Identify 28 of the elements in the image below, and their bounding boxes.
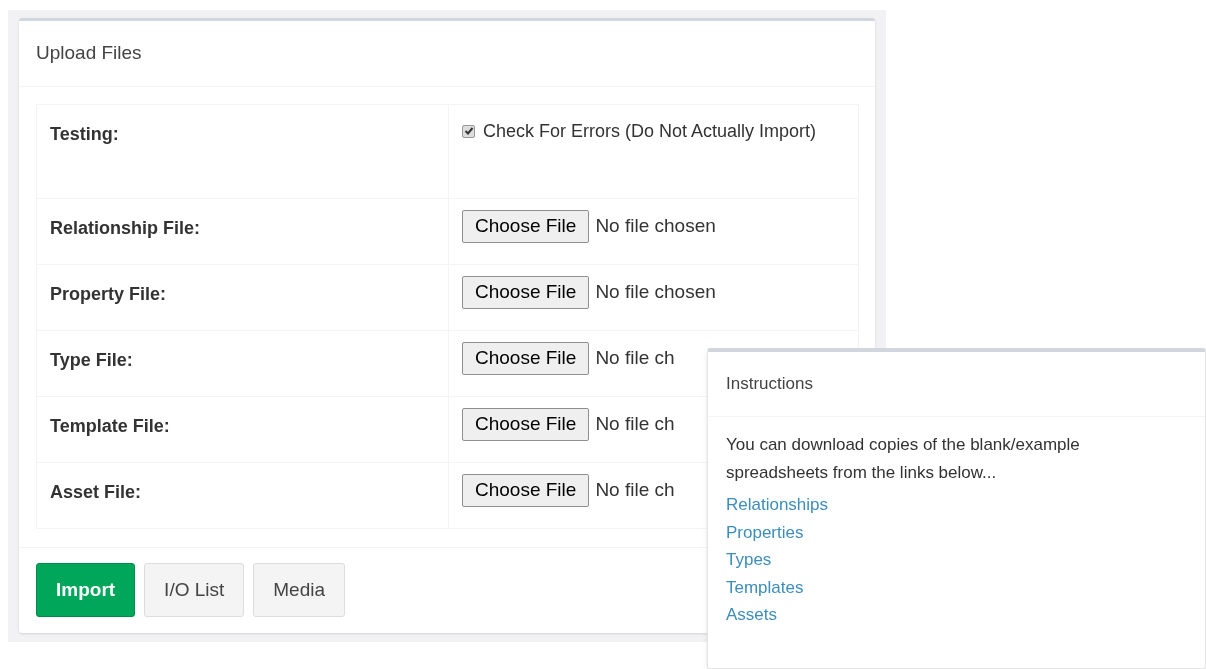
action-button[interactable]: I/O List: [144, 563, 245, 617]
panel-title: Upload Files: [36, 41, 142, 66]
checkbox[interactable]: [462, 124, 475, 138]
choose-file-button[interactable]: Choose File: [462, 408, 590, 441]
action-button[interactable]: Media: [253, 563, 346, 617]
spreadsheet-link[interactable]: Types: [726, 546, 772, 574]
choose-file-button[interactable]: Choose File: [462, 210, 590, 243]
spreadsheet-link[interactable]: Relationships: [726, 491, 829, 519]
spreadsheet-link[interactable]: Templates: [726, 573, 804, 601]
field-label: Asset File:: [50, 482, 142, 502]
field-label: Template File:: [50, 416, 170, 436]
choose-file-button[interactable]: Choose File: [462, 276, 590, 309]
choose-file-button[interactable]: Choose File: [462, 474, 590, 507]
field-label: Testing:: [50, 124, 119, 144]
field-label: Type File:: [50, 350, 133, 370]
spreadsheet-link[interactable]: Assets: [726, 601, 778, 629]
field-label: Property File:: [50, 284, 167, 304]
file-status: No file chosen: [595, 214, 716, 239]
spreadsheet-link[interactable]: Properties: [726, 518, 804, 546]
file-status: No file chosen: [595, 280, 716, 305]
checkbox-label: Check For Errors (Do Not Actually Import): [483, 121, 817, 141]
file-status: No file ch: [595, 346, 675, 371]
field-label: Relationship File:: [50, 218, 200, 238]
panel-title: Instructions: [726, 373, 813, 396]
instructions-text: You can download copies of the blank/example spreadsheets from the links below...: [726, 434, 1081, 484]
choose-file-button[interactable]: Choose File: [462, 342, 590, 375]
file-status: No file ch: [595, 412, 675, 437]
file-status: No file ch: [595, 478, 675, 503]
